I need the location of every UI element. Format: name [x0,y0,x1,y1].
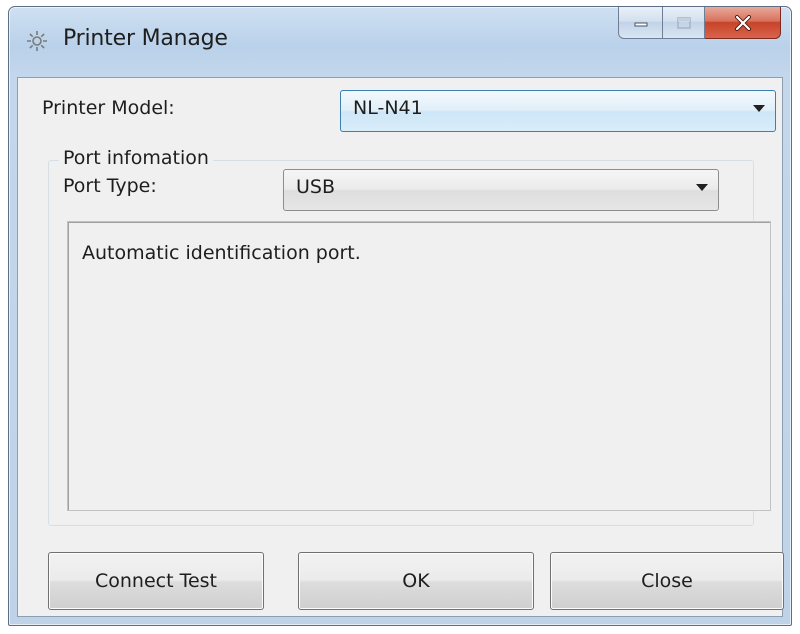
minimize-icon [634,22,647,26]
printer-model-label: Printer Model: [42,97,175,119]
port-information-legend: Port infomation [59,147,213,169]
close-icon [734,14,751,31]
close-window-button[interactable] [705,7,781,39]
chevron-down-icon [753,105,765,112]
gear-icon [27,31,47,51]
dialog-content: Printer Model: NL-N41 Port infomation Po… [17,77,784,617]
port-type-select[interactable]: USB [283,169,719,211]
port-type-label: Port Type: [63,175,157,197]
maximize-button[interactable] [663,7,705,39]
printer-model-value: NL-N41 [353,97,423,119]
chevron-down-icon [696,184,708,191]
close-button[interactable]: Close [550,552,784,610]
title-bar[interactable]: Printer Manage [9,7,791,77]
connect-test-button[interactable]: Connect Test [48,552,264,610]
port-information-group: Port infomation Port Type: USB Automatic… [48,147,771,526]
minimize-button[interactable] [618,7,663,39]
caption-buttons [618,7,781,41]
port-info-text: Automatic identification port. [82,242,361,264]
port-type-value: USB [296,176,336,198]
maximize-icon [676,16,691,29]
port-info-panel: Automatic identification port. [67,221,771,511]
ok-button[interactable]: OK [298,552,534,610]
printer-model-select[interactable]: NL-N41 [340,90,776,132]
window-title: Printer Manage [63,26,228,51]
printer-manage-window: Printer Manage Printer Model: NL-N41 Por… [8,6,792,626]
